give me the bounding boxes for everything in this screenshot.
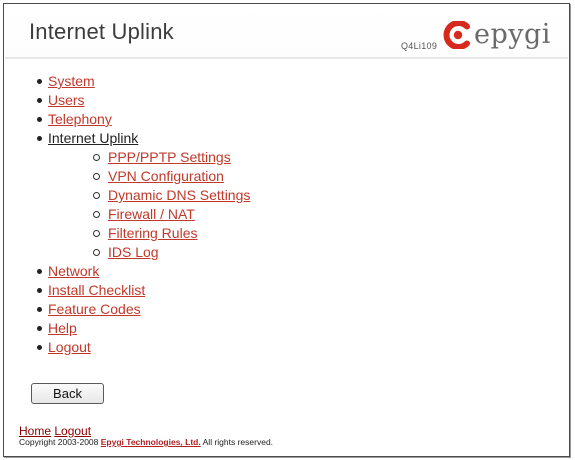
submenu-link-vpn[interactable]: VPN Configuration [108,168,224,184]
submenu-link-ids-log[interactable]: IDS Log [108,244,159,260]
submenu-link-ppp-pptp[interactable]: PPP/PPTP Settings [108,149,231,165]
menu-link-feature-codes[interactable]: Feature Codes [48,301,141,317]
menu-link-logout[interactable]: Logout [48,339,91,355]
submenu-item-filtering: Filtering Rules [30,224,250,243]
hollow-bullet-icon [93,192,100,199]
bullet-icon [37,345,42,350]
submenu-item-ids-log: IDS Log [30,243,250,262]
footer-links: Home Logout [19,424,91,438]
menu-item-network: Network [30,262,250,281]
menu-item-users: Users [30,91,250,110]
bullet-icon [37,288,42,293]
footer-home-link[interactable]: Home [19,424,51,438]
epygi-logo-text: epygi [474,19,551,50]
hollow-bullet-icon [93,154,100,161]
menu-item-install-checklist: Install Checklist [30,281,250,300]
submenu-link-filtering[interactable]: Filtering Rules [108,225,197,241]
device-model: Q4Li109 [401,41,438,51]
epygi-logo: epygi [437,19,565,55]
hollow-bullet-icon [93,211,100,218]
back-button[interactable]: Back [31,383,104,404]
copyright-prefix: Copyright 2003-2008 [19,437,99,447]
menu-link-help[interactable]: Help [48,320,77,336]
menu-item-system: System [30,72,250,91]
submenu-item-ppp-pptp: PPP/PPTP Settings [30,148,250,167]
submenu-item-ddns: Dynamic DNS Settings [30,186,250,205]
menu-link-telephony[interactable]: Telephony [48,111,112,127]
page-title: Internet Uplink [29,19,174,44]
company-link[interactable]: Epygi Technologies, Ltd. [101,437,201,447]
footer-logout-link[interactable]: Logout [54,424,91,438]
menu-item-feature-codes: Feature Codes [30,300,250,319]
menu-current-internet-uplink: Internet Uplink [48,130,139,146]
menu-item-logout: Logout [30,338,250,357]
menu-link-users[interactable]: Users [48,92,85,108]
submenu-item-firewall: Firewall / NAT [30,205,250,224]
hollow-bullet-icon [93,249,100,256]
hollow-bullet-icon [93,230,100,237]
submenu-link-firewall[interactable]: Firewall / NAT [108,206,195,222]
bullet-icon [37,269,42,274]
menu-item-help: Help [30,319,250,338]
copyright-suffix: All rights reserved. [202,437,274,447]
bullet-icon [37,307,42,312]
copyright: Copyright 2003-2008 Epygi Technologies, … [19,437,273,447]
submenu-link-ddns[interactable]: Dynamic DNS Settings [108,187,250,203]
bullet-icon [37,79,42,84]
menu-link-install-checklist[interactable]: Install Checklist [48,282,145,298]
menu-link-network[interactable]: Network [48,263,99,279]
main-menu: System Users Telephony Internet Uplink P… [30,72,250,357]
bullet-icon [37,98,42,103]
epygi-logo-mark-icon [443,21,470,49]
menu-item-telephony: Telephony [30,110,250,129]
bullet-icon [37,117,42,122]
hollow-bullet-icon [93,173,100,180]
bullet-icon [37,326,42,331]
submenu-item-vpn: VPN Configuration [30,167,250,186]
menu-link-system[interactable]: System [48,73,95,89]
bullet-icon [37,136,42,141]
menu-item-internet-uplink: Internet Uplink [30,129,250,148]
page-header: Internet Uplink Q4Li109 epygi [5,5,568,59]
